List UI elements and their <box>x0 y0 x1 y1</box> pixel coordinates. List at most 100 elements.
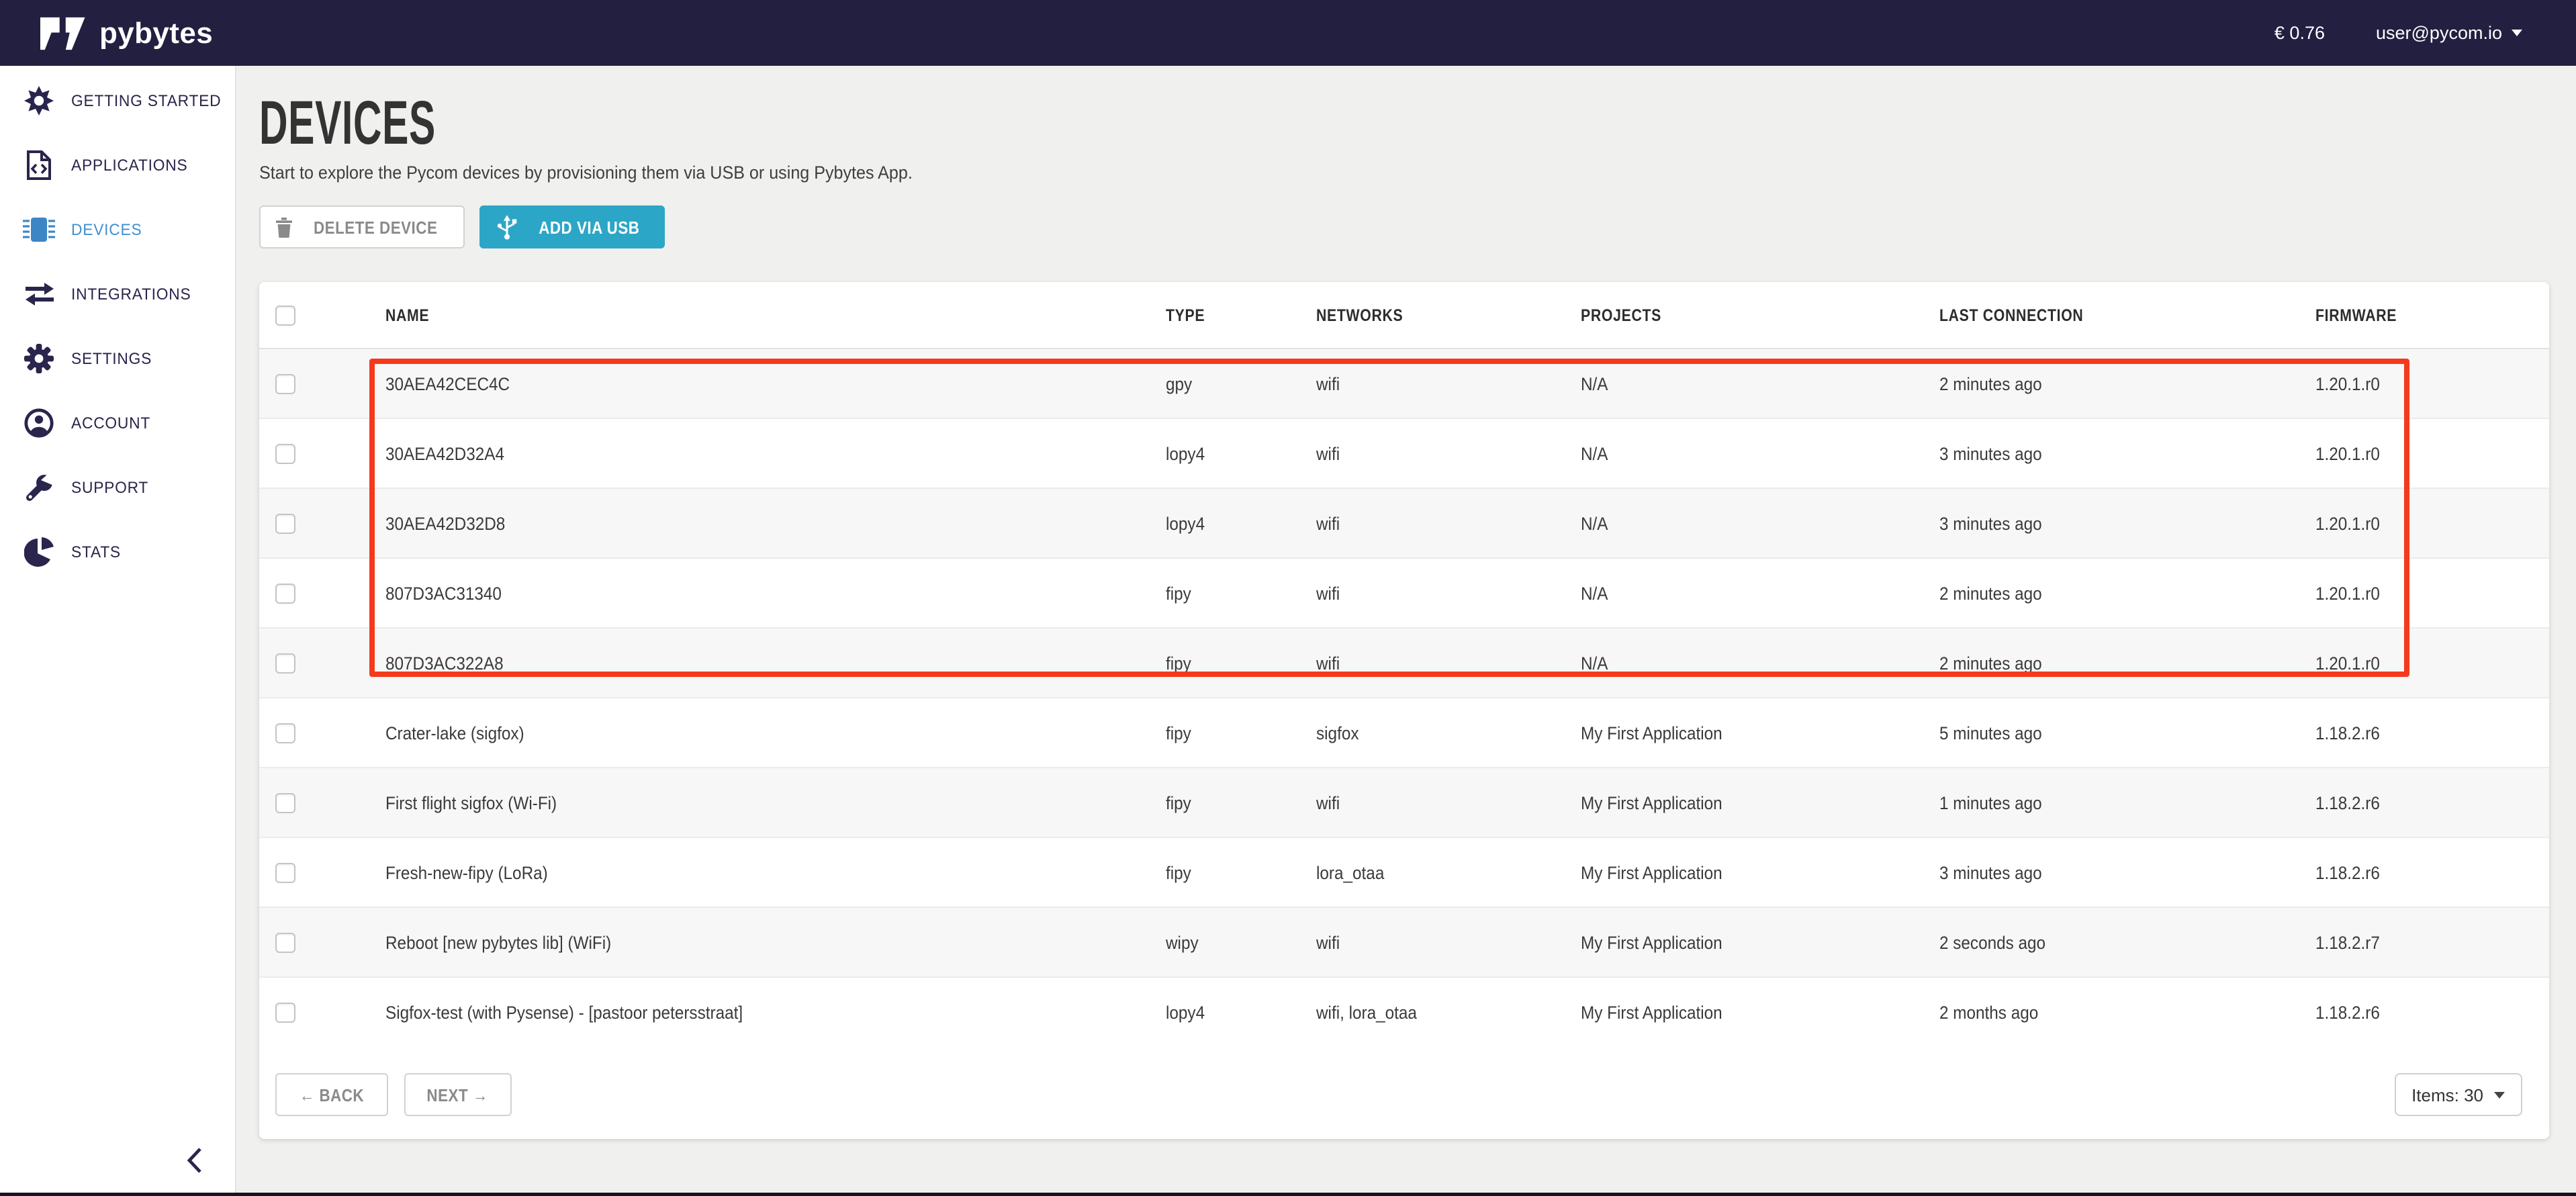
cell-type: fipy <box>1166 862 1191 882</box>
cell-projects: N/A <box>1581 373 1608 394</box>
next-button[interactable]: NEXT → <box>404 1073 512 1116</box>
cell-networks: wifi <box>1316 373 1340 394</box>
sidebar-item-label: APPLICATIONS <box>71 156 187 175</box>
add-via-usb-button[interactable]: ADD VIA USB <box>479 205 665 248</box>
back-label: ← BACK <box>300 1085 364 1105</box>
row-checkbox[interactable] <box>275 792 295 813</box>
column-header-last-connection: LAST CONNECTION <box>1939 306 2083 324</box>
cell-name: 30AEA42D32A4 <box>385 443 504 463</box>
cell-type: fipy <box>1166 653 1191 673</box>
device-row[interactable]: Reboot [new pybytes lib] (WiFi) wipy wif… <box>259 907 2549 976</box>
next-label: NEXT → <box>427 1085 488 1105</box>
cell-type: lopy4 <box>1166 443 1205 463</box>
logo-text: pybytes <box>99 15 213 50</box>
cell-last-connection: 1 minutes ago <box>1939 792 2042 813</box>
device-row[interactable]: 30AEA42D32A4 lopy4 wifi N/A 3 minutes ag… <box>259 418 2549 488</box>
window-bottom-edge <box>0 1192 2576 1196</box>
device-row[interactable]: Fresh-new-fipy (LoRa) fipy lora_otaa My … <box>259 837 2549 907</box>
table-header-row: NAME TYPE NETWORKS PROJECTS LAST CONNECT… <box>259 282 2549 349</box>
sidebar-item-support[interactable]: SUPPORT <box>0 455 235 520</box>
cell-type: fipy <box>1166 723 1191 743</box>
user-menu[interactable]: user@pycom.io <box>2376 23 2522 43</box>
device-row[interactable]: Crater-lake (sigfox) fipy sigfox My Firs… <box>259 697 2549 767</box>
sidebar-item-stats[interactable]: STATS <box>0 520 235 584</box>
cell-networks: sigfox <box>1316 723 1359 743</box>
cell-projects: N/A <box>1581 513 1608 533</box>
pie-chart-icon <box>23 536 55 568</box>
cell-networks: wifi <box>1316 583 1340 603</box>
row-checkbox[interactable] <box>275 513 295 533</box>
row-checkbox[interactable] <box>275 862 295 882</box>
trash-icon <box>276 217 293 237</box>
column-header-name: NAME <box>385 306 429 324</box>
chevron-down-icon <box>2494 1091 2505 1098</box>
add-via-usb-label: ADD VIA USB <box>539 217 640 237</box>
cell-firmware: 1.18.2.r6 <box>2315 862 2380 882</box>
cell-networks: wifi <box>1316 932 1340 952</box>
sidebar-collapse-button[interactable] <box>184 1145 211 1175</box>
items-per-page-dropdown[interactable]: Items: 30 <box>2394 1073 2522 1116</box>
sidebar-item-label: STATS <box>71 543 121 561</box>
select-all-checkbox[interactable] <box>275 305 295 325</box>
device-row[interactable]: First flight sigfox (Wi-Fi) fipy wifi My… <box>259 767 2549 837</box>
sun-icon <box>23 85 55 117</box>
sidebar-item-devices[interactable]: DEVICES <box>0 197 235 262</box>
row-checkbox[interactable] <box>275 583 295 603</box>
pybytes-logo-icon <box>40 15 86 50</box>
row-checkbox[interactable] <box>275 932 295 952</box>
sidebar-item-applications[interactable]: APPLICATIONS <box>0 133 235 197</box>
row-checkbox[interactable] <box>275 373 295 394</box>
delete-device-button[interactable]: DELETE DEVICE <box>259 205 465 248</box>
row-checkbox[interactable] <box>275 443 295 463</box>
sidebar-item-label: GETTING STARTED <box>71 91 221 110</box>
cell-projects: My First Application <box>1581 723 1722 743</box>
device-row[interactable]: 807D3AC322A8 fipy wifi N/A 2 minutes ago… <box>259 627 2549 697</box>
row-checkbox[interactable] <box>275 723 295 743</box>
device-row[interactable]: 30AEA42D32D8 lopy4 wifi N/A 3 minutes ag… <box>259 488 2549 557</box>
column-header-projects: PROJECTS <box>1581 306 1661 324</box>
cell-firmware: 1.20.1.r0 <box>2315 653 2380 673</box>
sidebar-item-label: SUPPORT <box>71 478 148 497</box>
chip-icon <box>23 214 55 246</box>
sidebar-item-settings[interactable]: SETTINGS <box>0 326 235 391</box>
sidebar-item-getting-started[interactable]: GETTING STARTED <box>0 68 235 133</box>
cell-last-connection: 3 minutes ago <box>1939 443 2042 463</box>
back-button[interactable]: ← BACK <box>275 1073 388 1116</box>
column-header-type: TYPE <box>1166 306 1205 324</box>
row-checkbox[interactable] <box>275 1002 295 1022</box>
usb-icon <box>496 214 519 240</box>
cell-last-connection: 3 minutes ago <box>1939 862 2042 882</box>
cell-networks: wifi <box>1316 513 1340 533</box>
cell-projects: My First Application <box>1581 1002 1722 1022</box>
cell-firmware: 1.20.1.r0 <box>2315 373 2380 394</box>
cell-last-connection: 2 minutes ago <box>1939 653 2042 673</box>
row-checkbox[interactable] <box>275 653 295 673</box>
cell-last-connection: 2 minutes ago <box>1939 373 2042 394</box>
cell-type: fipy <box>1166 792 1191 813</box>
column-header-firmware: FIRMWARE <box>2315 306 2397 324</box>
cell-type: gpy <box>1166 373 1192 394</box>
cell-last-connection: 2 months ago <box>1939 1002 2038 1022</box>
pybytes-logo[interactable]: pybytes <box>0 15 213 50</box>
cell-name: Fresh-new-fipy (LoRa) <box>385 862 548 882</box>
cell-projects: N/A <box>1581 653 1608 673</box>
cell-name: Crater-lake (sigfox) <box>385 723 524 743</box>
cell-firmware: 1.18.2.r6 <box>2315 1002 2380 1022</box>
device-row[interactable]: 30AEA42CEC4C gpy wifi N/A 2 minutes ago … <box>259 349 2549 418</box>
chevron-down-icon <box>2512 30 2522 36</box>
cell-firmware: 1.20.1.r0 <box>2315 513 2380 533</box>
app-window: pybytes € 0.76 user@pycom.io GETTING STA… <box>0 0 2576 1196</box>
cell-projects: N/A <box>1581 443 1608 463</box>
cell-name: Reboot [new pybytes lib] (WiFi) <box>385 932 611 952</box>
page-description: Start to explore the Pycom devices by pr… <box>259 163 2576 185</box>
devices-table-card: NAME TYPE NETWORKS PROJECTS LAST CONNECT… <box>259 282 2549 1139</box>
device-row[interactable]: 807D3AC31340 fipy wifi N/A 2 minutes ago… <box>259 557 2549 627</box>
account-balance[interactable]: € 0.76 <box>2274 23 2325 43</box>
sidebar-item-account[interactable]: ACCOUNT <box>0 391 235 455</box>
cell-networks: wifi <box>1316 792 1340 813</box>
cell-firmware: 1.18.2.r6 <box>2315 792 2380 813</box>
cell-firmware: 1.20.1.r0 <box>2315 583 2380 603</box>
cell-projects: N/A <box>1581 583 1608 603</box>
device-row[interactable]: Sigfox-test (with Pysense) - [pastoor pe… <box>259 976 2549 1046</box>
sidebar-item-integrations[interactable]: INTEGRATIONS <box>0 262 235 326</box>
